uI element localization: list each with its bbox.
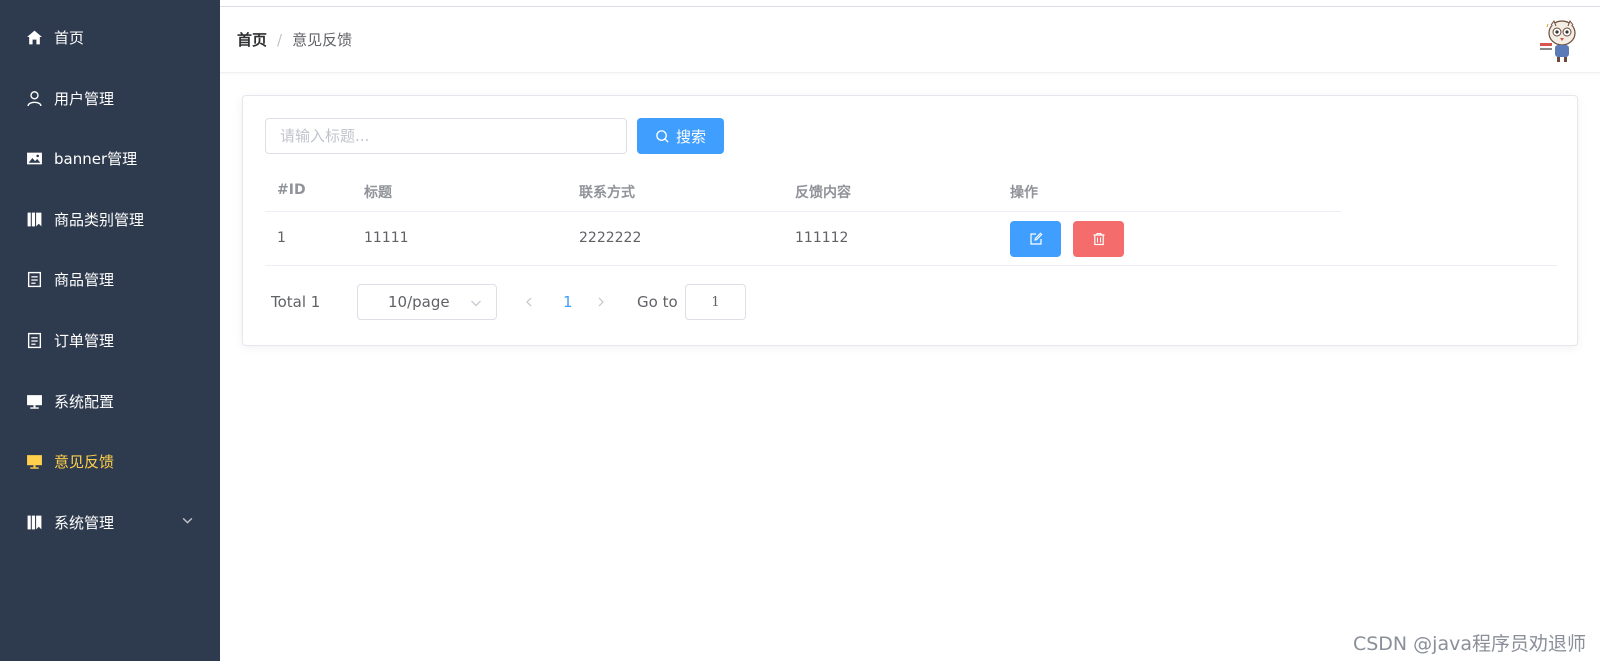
sidebar-item-goods[interactable]: 商品管理 (0, 254, 220, 304)
table-row: 1 11111 2222222 111112 (265, 212, 1557, 266)
breadcrumb-separator: / (277, 30, 283, 49)
document-icon (25, 331, 44, 350)
column-header-id: #ID (277, 182, 306, 198)
column-header-actions: 操作 (1010, 185, 1038, 201)
sidebar-item-feedback[interactable]: 意见反馈 (0, 436, 220, 486)
breadcrumb-current: 意见反馈 (292, 31, 353, 49)
sidebar-item-label: 商品管理 (54, 270, 115, 289)
delete-icon (1093, 232, 1104, 246)
sidebar-item-system-config[interactable]: 系统配置 (0, 376, 220, 426)
breadcrumb: 首页 / 意见反馈 (237, 29, 352, 50)
feedback-card: 搜索 #ID 标题 联系方式 反馈内容 操作 1 11111 2222222 1… (242, 95, 1578, 346)
cell-title: 11111 (364, 230, 409, 246)
collection-icon (25, 513, 44, 532)
watermark: CSDN @java程序员劝退师 (1352, 633, 1586, 655)
goto-page-input[interactable] (685, 284, 746, 320)
chevron-down-icon (471, 300, 481, 307)
cell-contact: 2222222 (579, 230, 642, 246)
avatar[interactable] (1538, 19, 1578, 63)
table-header: #ID 标题 联系方式 反馈内容 操作 (265, 170, 1341, 212)
sidebar-item-banner[interactable]: banner管理 (0, 133, 220, 183)
page-size-value: 10/page (388, 293, 450, 311)
sidebar-edge (217, 562, 220, 661)
sidebar: 首页 用户管理 banner管理 商品类别管理 商品管理 订单管理 系统配置 意… (0, 0, 220, 661)
page-size-select[interactable]: 10/page (357, 284, 497, 320)
collection-icon (25, 210, 44, 229)
cell-id: 1 (277, 230, 286, 246)
user-icon (25, 89, 44, 108)
sidebar-item-label: 系统管理 (54, 513, 115, 532)
sidebar-item-label: 意见反馈 (54, 452, 115, 471)
chevron-down-icon (182, 517, 193, 524)
home-icon (25, 28, 44, 47)
sidebar-item-system-manage[interactable]: 系统管理 (0, 497, 220, 547)
sidebar-item-users[interactable]: 用户管理 (0, 73, 220, 123)
cell-content: 111112 (795, 230, 849, 246)
sidebar-item-label: 系统配置 (54, 392, 115, 411)
delete-button[interactable] (1073, 221, 1124, 257)
breadcrumb-home[interactable]: 首页 (237, 29, 267, 50)
document-icon (25, 270, 44, 289)
goto-label: Go to (637, 293, 678, 311)
pagination-total: Total 1 (271, 293, 321, 311)
search-button-label: 搜索 (675, 127, 706, 146)
sidebar-item-label: 商品类别管理 (54, 210, 145, 229)
sidebar-item-label: 订单管理 (54, 331, 115, 350)
picture-icon (25, 149, 44, 168)
sidebar-item-label: banner管理 (54, 149, 138, 168)
sidebar-item-label: 用户管理 (54, 89, 115, 108)
column-header-title: 标题 (364, 185, 392, 201)
sidebar-item-orders[interactable]: 订单管理 (0, 315, 220, 365)
page-number-current[interactable]: 1 (563, 293, 573, 311)
monitor-icon (25, 392, 44, 411)
prev-page-icon[interactable] (523, 295, 535, 309)
monitor-icon (25, 452, 44, 471)
header: 首页 / 意见反馈 (220, 7, 1600, 73)
column-header-content: 反馈内容 (795, 185, 851, 201)
search-input[interactable] (265, 118, 627, 154)
edit-icon (1029, 232, 1042, 245)
edit-button[interactable] (1010, 221, 1061, 257)
pagination: Total 1 10/page 1 Go to (265, 284, 865, 320)
next-page-icon[interactable] (595, 295, 607, 309)
feedback-table: #ID 标题 联系方式 反馈内容 操作 1 11111 2222222 1111… (265, 170, 1557, 266)
column-header-contact: 联系方式 (579, 185, 635, 201)
search-button[interactable]: 搜索 (637, 118, 724, 154)
sidebar-item-label: 首页 (54, 28, 85, 47)
search-icon (656, 129, 669, 143)
sidebar-item-category[interactable]: 商品类别管理 (0, 194, 220, 244)
sidebar-item-home[interactable]: 首页 (0, 12, 220, 62)
